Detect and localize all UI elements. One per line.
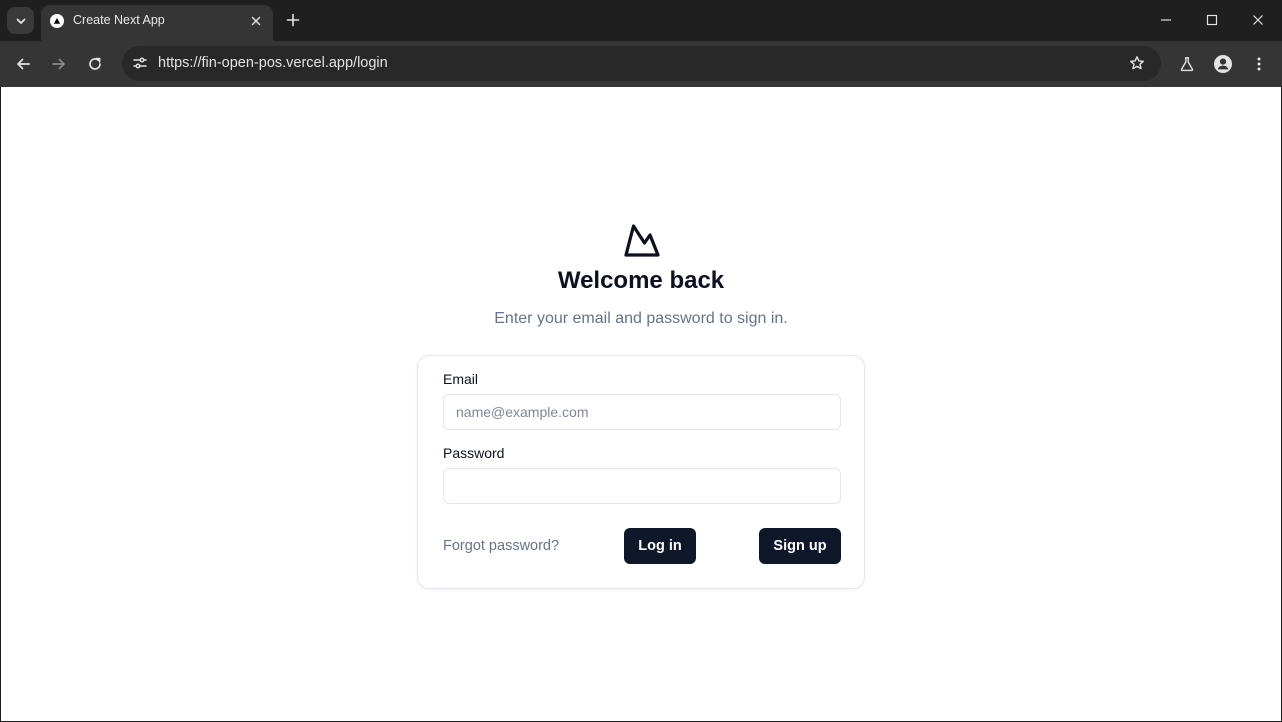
labs-button[interactable] [1175, 52, 1199, 76]
browser-tab-active[interactable]: Create Next App [41, 5, 273, 41]
star-outline-icon [1130, 56, 1144, 70]
plus-icon [286, 13, 300, 27]
browser-toolbar: https://fin-open-pos.vercel.app/login [0, 41, 1282, 87]
flask-icon [1180, 57, 1194, 72]
close-icon [1253, 15, 1263, 25]
kebab-menu-icon [1257, 57, 1261, 71]
profile-button[interactable] [1211, 52, 1235, 76]
new-tab-button[interactable] [283, 10, 303, 30]
arrow-left-icon [17, 58, 30, 70]
password-label: Password [443, 445, 505, 461]
window-maximize-button[interactable] [1201, 10, 1223, 30]
arrow-right-icon [52, 58, 65, 70]
page-subtitle: Enter your email and password to sign in… [494, 310, 788, 327]
back-button[interactable] [11, 52, 35, 76]
mountain-icon [624, 224, 660, 257]
url-text[interactable]: https://fin-open-pos.vercel.app/login [158, 55, 388, 71]
password-field[interactable] [443, 468, 841, 504]
login-card: Email Password Forgot password? Log in S… [417, 355, 865, 589]
forward-button[interactable] [47, 52, 71, 76]
forgot-password-link[interactable]: Forgot password? [443, 538, 559, 554]
tune-icon [133, 57, 147, 69]
signup-button[interactable]: Sign up [759, 528, 841, 564]
site-info-button[interactable] [128, 51, 152, 75]
reload-button[interactable] [83, 52, 107, 76]
page-content: Welcome back Enter your email and passwo… [1, 87, 1281, 721]
window-minimize-button[interactable] [1155, 10, 1177, 30]
tab-search-button[interactable] [7, 7, 34, 34]
chevron-down-icon [16, 18, 25, 24]
window-close-button[interactable] [1247, 10, 1269, 30]
bookmark-button[interactable] [1126, 52, 1148, 74]
page-title: Welcome back [557, 267, 725, 294]
tab-close-button[interactable] [247, 12, 265, 30]
email-label: Email [443, 371, 479, 387]
browser-tab-strip: Create Next App [0, 0, 1282, 41]
close-icon [251, 16, 261, 26]
vercel-triangle-icon [50, 14, 64, 28]
login-button[interactable]: Log in [624, 528, 696, 564]
profile-icon [1214, 55, 1232, 73]
tab-title: Create Next App [73, 13, 165, 27]
reload-icon [89, 57, 101, 70]
address-bar[interactable]: https://fin-open-pos.vercel.app/login [122, 46, 1161, 81]
browser-menu-button[interactable] [1247, 52, 1271, 76]
email-field[interactable] [443, 394, 841, 430]
minimize-icon [1161, 19, 1171, 21]
maximize-icon [1206, 14, 1218, 26]
